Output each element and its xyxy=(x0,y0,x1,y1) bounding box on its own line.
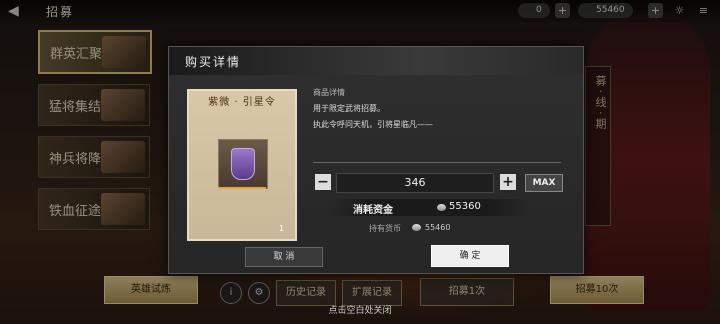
divider xyxy=(313,162,561,163)
silver-coin-icon xyxy=(412,224,421,231)
confirm-button[interactable]: 确 定 xyxy=(431,245,509,267)
item-rarity-bar xyxy=(218,187,266,189)
held-value: 55460 xyxy=(425,223,451,232)
item-card: 紫微 · 引星令 1 xyxy=(187,89,297,241)
detail-line-1: 执此令呼问天机，引将星临凡—— xyxy=(313,120,433,129)
purple-token-icon xyxy=(231,148,255,180)
held-label: 持有货币 xyxy=(369,224,401,233)
detail-line-0: 用于限定武将招募。 xyxy=(313,104,385,113)
purchase-modal: 购买详情 紫微 · 引星令 1 商品详情 用于限定武将招募。 执此令呼问天机，引… xyxy=(168,46,584,274)
cost-label: 消耗资金 xyxy=(353,205,393,216)
quantity-field[interactable]: 346 xyxy=(336,173,494,193)
max-button[interactable]: MAX xyxy=(525,174,563,192)
cancel-button[interactable]: 取 消 xyxy=(245,247,323,267)
decrease-button[interactable]: − xyxy=(315,174,331,190)
detail-label: 商品详情 xyxy=(313,88,345,97)
item-slot: 1 xyxy=(218,139,284,233)
close-hint: 点击空白处关闭 xyxy=(328,306,392,316)
modal-title: 购买详情 xyxy=(185,55,242,69)
increase-button[interactable]: + xyxy=(500,174,516,190)
silver-coin-icon xyxy=(437,204,446,211)
item-quantity: 1 xyxy=(279,224,285,233)
cost-value: 55360 xyxy=(449,201,481,212)
cost-row: 消耗资金 55360 xyxy=(329,199,529,216)
item-name: 紫微 · 引星令 xyxy=(208,97,276,108)
modal-header: 购买详情 xyxy=(169,47,583,75)
